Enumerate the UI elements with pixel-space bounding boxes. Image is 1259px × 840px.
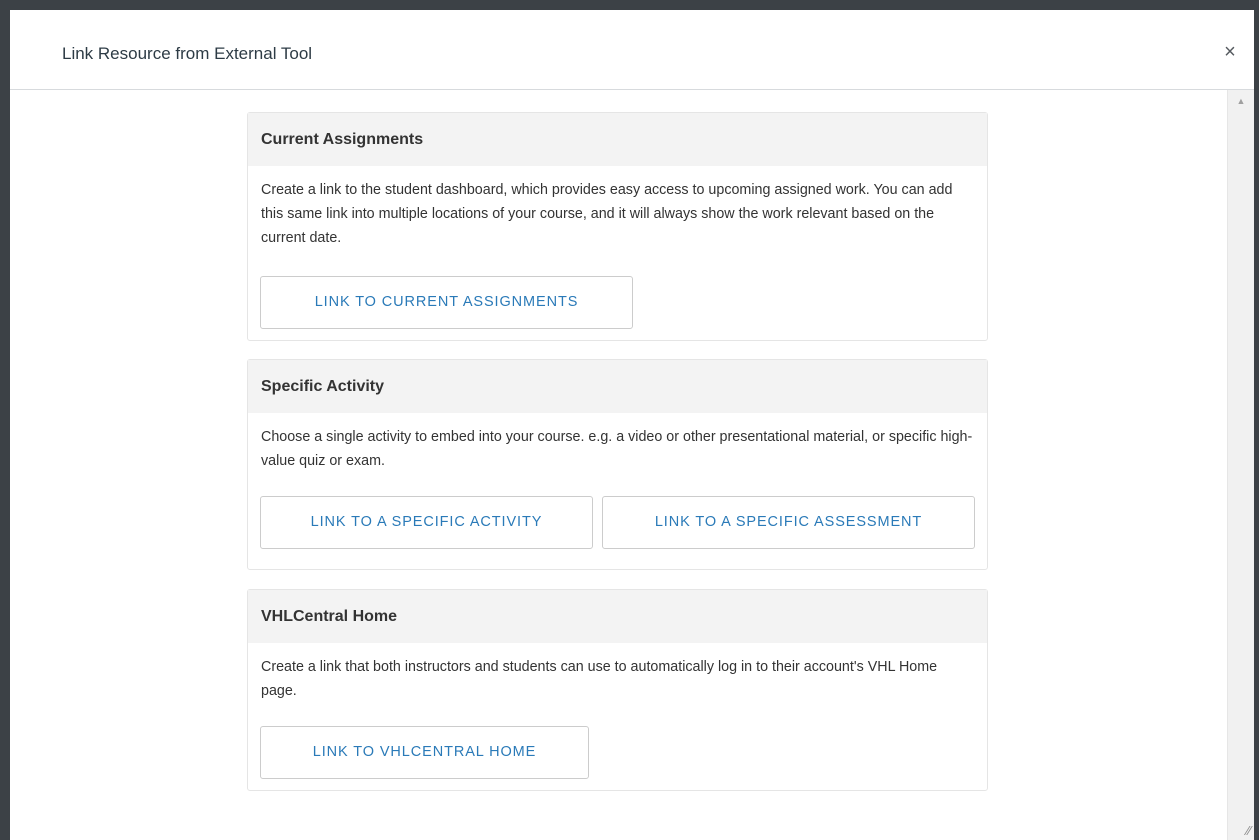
panel-description: Create a link to the student dashboard, … — [261, 182, 953, 246]
dialog-body: Current Assignments Create a link to the… — [10, 90, 1254, 840]
link-resource-dialog: Link Resource from External Tool × Curre… — [10, 10, 1254, 840]
resize-grip-icon[interactable]: ⁄⁄ — [1247, 824, 1251, 837]
scroll-up-arrow-icon[interactable]: ▲ — [1228, 96, 1254, 106]
link-to-vhlcentral-home-button[interactable]: LINK TO VHLCENTRAL HOME — [260, 726, 589, 779]
vertical-scrollbar[interactable]: ▲ — [1227, 90, 1254, 840]
link-to-specific-activity-button[interactable]: LINK TO A SPECIFIC ACTIVITY — [260, 496, 593, 549]
panel-description: Create a link that both instructors and … — [261, 659, 938, 699]
current-assignments-panel: Current Assignments Create a link to the… — [247, 112, 988, 341]
panel-heading: Specific Activity — [248, 360, 987, 413]
panel-heading: VHLCentral Home — [248, 590, 987, 643]
close-icon[interactable]: × — [1220, 42, 1240, 62]
panel-heading: Current Assignments — [248, 113, 987, 166]
specific-activity-panel: Specific Activity Choose a single activi… — [247, 359, 988, 570]
link-to-specific-assessment-button[interactable]: LINK TO A SPECIFIC ASSESSMENT — [602, 496, 975, 549]
panel-description: Choose a single activity to embed into y… — [261, 429, 973, 469]
dialog-header: Link Resource from External Tool × — [10, 10, 1254, 90]
link-to-current-assignments-button[interactable]: LINK TO CURRENT ASSIGNMENTS — [260, 276, 633, 329]
dialog-title: Link Resource from External Tool — [62, 44, 313, 63]
vhlcentral-home-panel: VHLCentral Home Create a link that both … — [247, 589, 988, 791]
